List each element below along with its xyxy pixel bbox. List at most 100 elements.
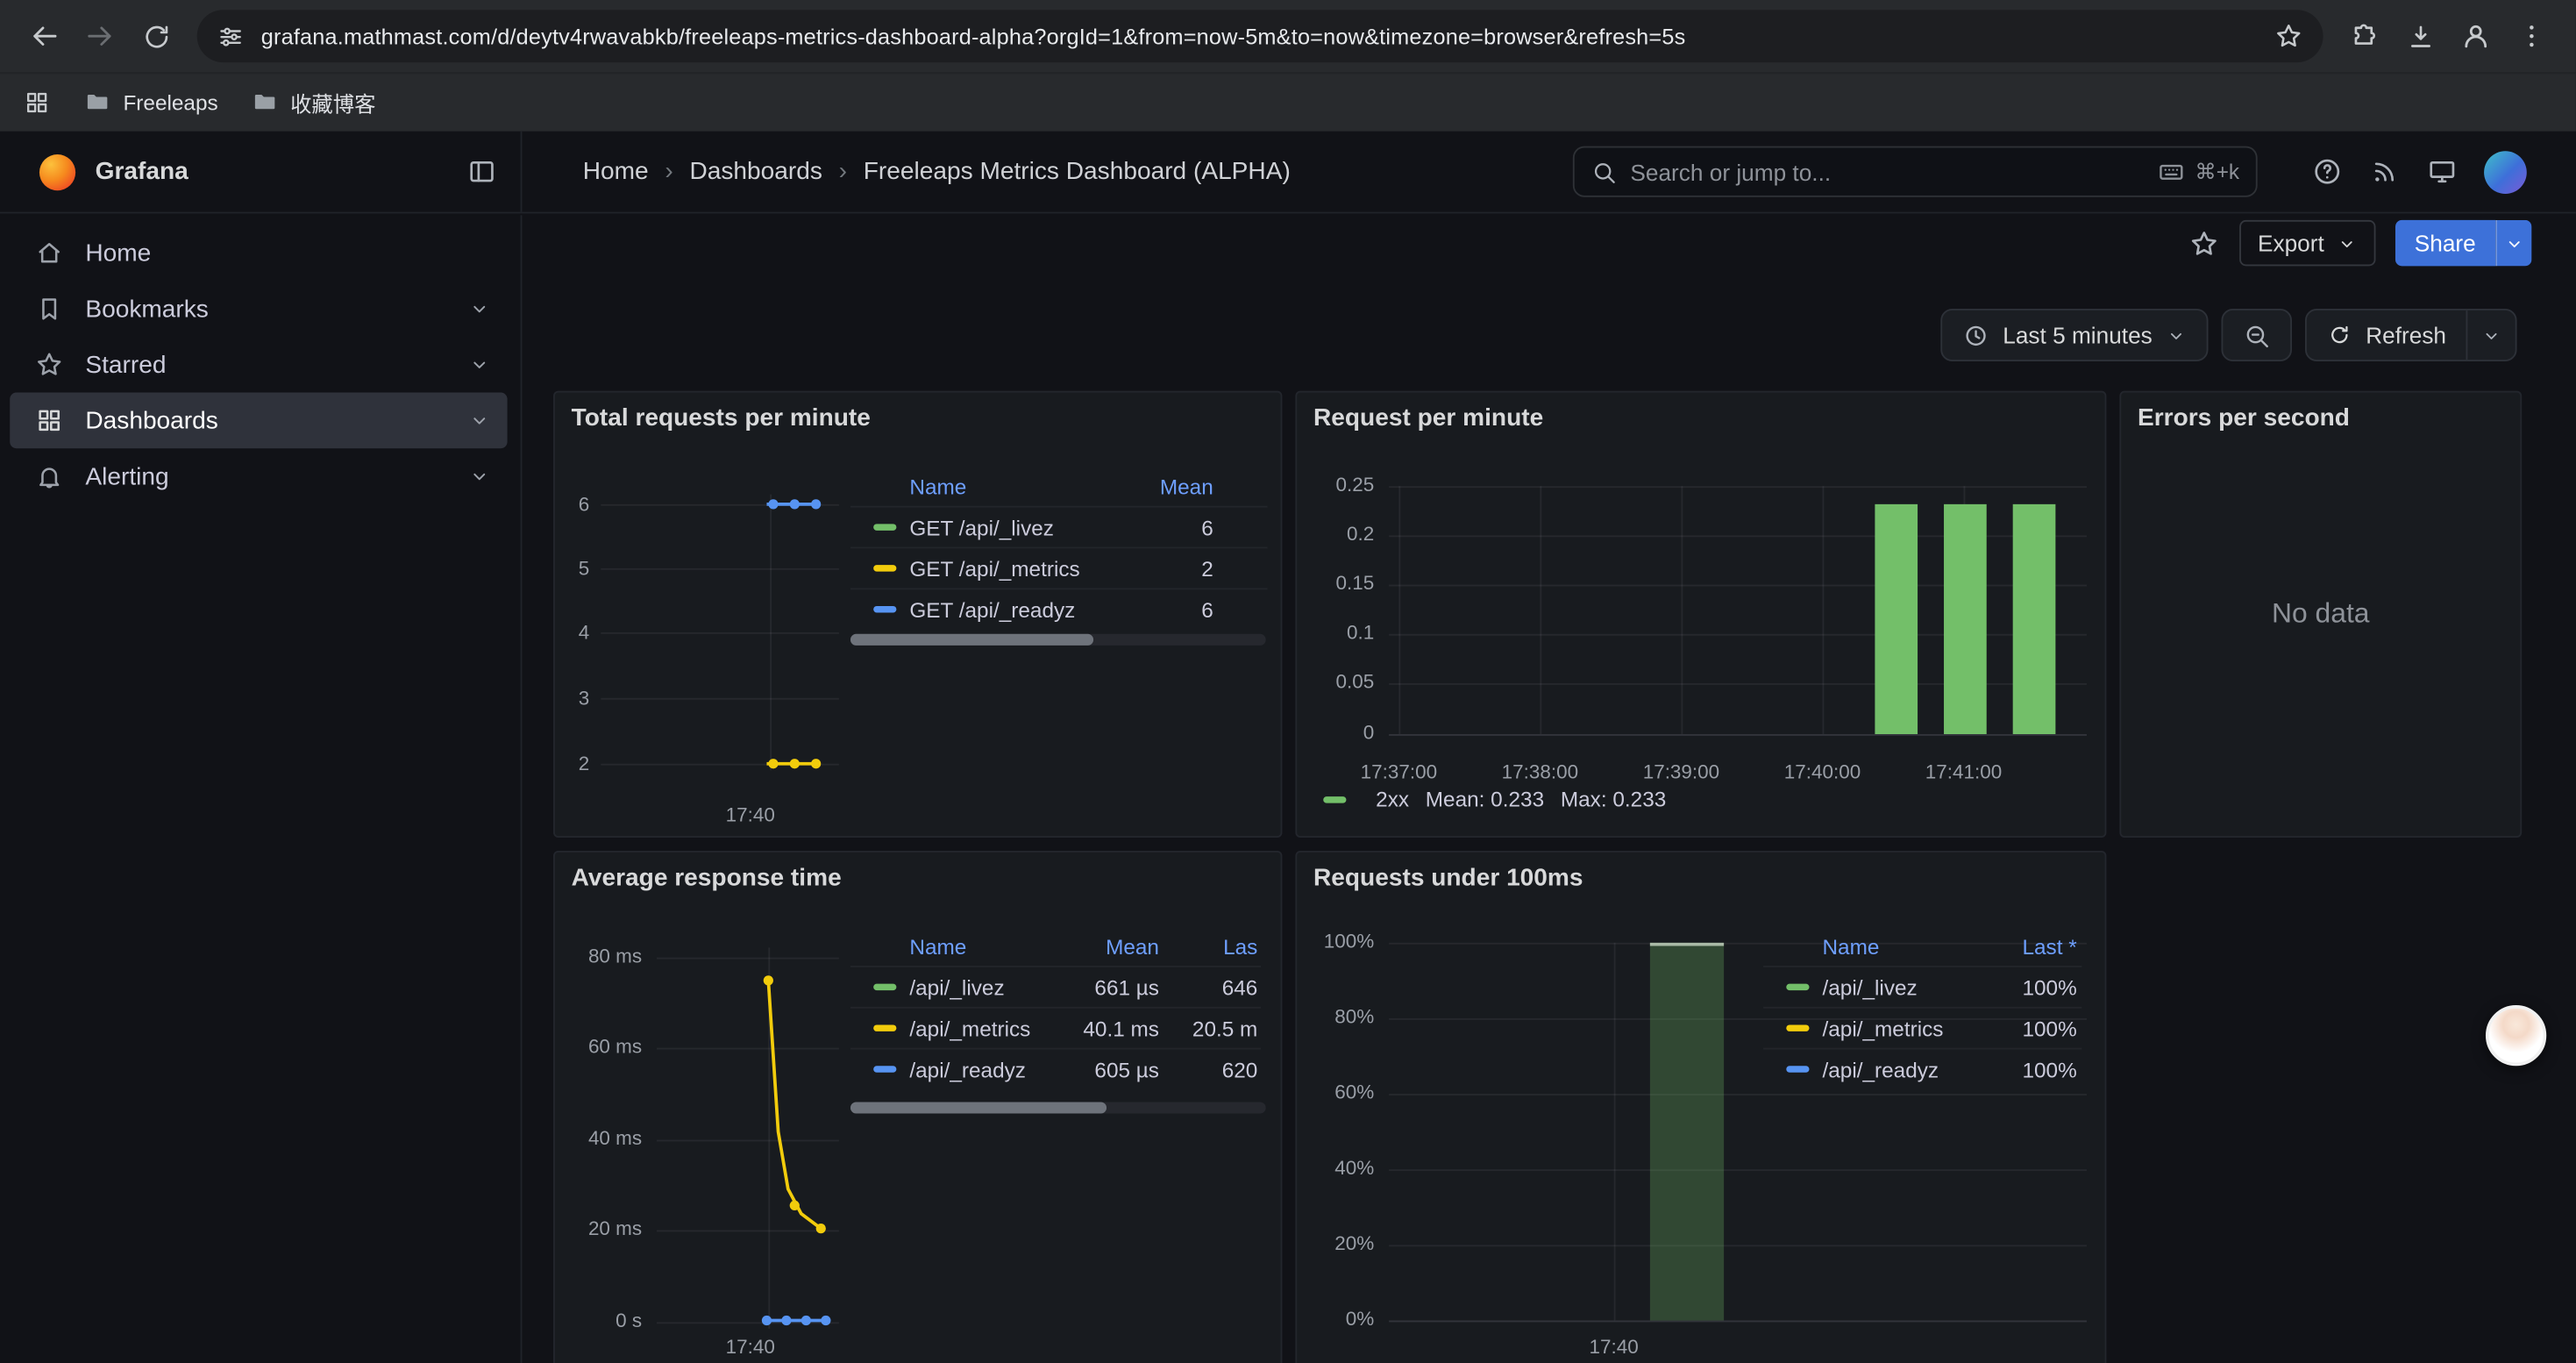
x-tick: 17:37:00 — [1341, 760, 1456, 783]
downloads-button[interactable] — [2392, 8, 2448, 64]
chevron-down-icon — [2336, 232, 2357, 253]
sidebar-collapse-button[interactable] — [466, 156, 498, 188]
y-tick: 0.15 — [1308, 572, 1374, 595]
legend-header-name[interactable]: Name — [1786, 934, 1986, 959]
panel-requests-under-100ms: Requests under 100ms 100% 80% 60% 40% 20… — [1295, 851, 2106, 1363]
series-name[interactable]: /api/_readyz — [909, 1057, 1064, 1081]
panel-title: Request per minute — [1313, 404, 1543, 432]
y-tick: 80% — [1308, 1005, 1374, 1028]
browser-menu-button[interactable] — [2504, 8, 2560, 64]
sidebar-item-home[interactable]: Home — [10, 225, 507, 282]
bookmark-icon — [34, 294, 64, 324]
series-swatch — [1786, 1024, 1809, 1031]
x-tick: 17:41:00 — [1906, 760, 2021, 783]
sidebar-item-bookmarks[interactable]: Bookmarks — [10, 281, 507, 337]
reload-button[interactable] — [128, 8, 184, 64]
panel-title: Requests under 100ms — [1313, 864, 1583, 892]
brand-name: Grafana — [96, 158, 447, 186]
time-range-picker[interactable]: Last 5 minutes — [1940, 309, 2208, 361]
y-tick: 0 — [1308, 721, 1374, 744]
series-last: 100% — [1987, 974, 2077, 999]
extensions-button[interactable] — [2337, 8, 2393, 64]
scrollbar-thumb[interactable] — [850, 1102, 1107, 1113]
gridline — [1389, 683, 2087, 685]
refresh-interval-button[interactable] — [2466, 310, 2515, 360]
home-icon — [34, 239, 64, 268]
display-button[interactable] — [2427, 156, 2459, 188]
series-mean: 6 — [1123, 597, 1213, 622]
share-menu-button[interactable] — [2495, 220, 2531, 266]
zoom-out-button[interactable] — [2221, 309, 2292, 361]
legend-header: Name Last * — [1763, 926, 2081, 966]
chevron-down-icon[interactable] — [468, 409, 491, 432]
series-name[interactable]: /api/_metrics — [1822, 1016, 1986, 1040]
gridline — [1389, 634, 2087, 636]
assistant-avatar[interactable] — [2486, 1005, 2546, 1066]
gridline — [601, 632, 839, 634]
y-tick: 20 ms — [576, 1217, 642, 1240]
refresh-button[interactable]: Refresh — [2307, 310, 2466, 360]
site-info-icon[interactable] — [217, 22, 245, 50]
series-name[interactable]: GET /api/_metrics — [909, 556, 1122, 581]
y-tick: 40% — [1308, 1156, 1374, 1179]
y-tick: 3 — [523, 687, 589, 710]
y-tick: 5 — [523, 557, 589, 580]
sidebar-item-dashboards[interactable]: Dashboards — [10, 393, 507, 449]
series-swatch — [1786, 984, 1809, 990]
legend-header-mean[interactable]: Mean — [1064, 934, 1159, 959]
breadcrumb-dashboards[interactable]: Dashboards — [689, 158, 822, 186]
url-text: grafana.mathmast.com/d/deytv4rwavabkb/fr… — [261, 24, 2258, 48]
user-avatar[interactable] — [2484, 150, 2527, 193]
series-swatch — [873, 1024, 896, 1031]
bookmark-star-icon[interactable] — [2274, 21, 2303, 51]
x-tick: 17:38:00 — [1483, 760, 1598, 783]
sidebar-item-starred[interactable]: Starred — [10, 337, 507, 393]
legend-header-mean[interactable]: Mean — [1123, 474, 1213, 498]
y-tick: 60% — [1308, 1081, 1374, 1103]
chevron-down-icon[interactable] — [468, 353, 491, 376]
no-data-message: No data — [2121, 393, 2520, 837]
scrollbar-thumb[interactable] — [850, 634, 1093, 646]
gridline — [657, 1140, 839, 1142]
gridline — [1964, 486, 1966, 734]
y-tick: 6 — [523, 493, 589, 516]
export-button[interactable]: Export — [2239, 220, 2374, 266]
series-name[interactable]: /api/_metrics — [909, 1016, 1064, 1040]
series-name[interactable]: GET /api/_livez — [909, 515, 1122, 539]
chevron-down-icon[interactable] — [468, 465, 491, 488]
legend-header-last[interactable]: Last * — [1987, 934, 2077, 959]
series-name[interactable]: GET /api/_readyz — [909, 597, 1122, 622]
series-name[interactable]: 2xx — [1376, 787, 1409, 811]
series-name[interactable]: /api/_livez — [1822, 974, 1986, 999]
profile-button[interactable] — [2448, 8, 2504, 64]
favorite-dashboard-button[interactable] — [2188, 227, 2220, 259]
bookmark-folder-blogs[interactable]: 收藏博客 — [251, 86, 375, 118]
news-button[interactable] — [2369, 156, 2401, 188]
gridline — [601, 504, 839, 506]
legend-header-last[interactable]: Las — [1159, 934, 1257, 959]
search-input[interactable]: Search or jump to... ⌘+k — [1573, 146, 2258, 197]
back-button[interactable] — [17, 8, 73, 64]
legend-scrollbar — [850, 1102, 1266, 1113]
sidebar-item-alerting[interactable]: Alerting — [10, 448, 507, 504]
share-button[interactable]: Share — [2395, 220, 2495, 266]
help-button[interactable] — [2311, 156, 2343, 188]
series-name[interactable]: /api/_readyz — [1822, 1057, 1986, 1081]
legend-header-name[interactable]: Name — [873, 934, 1064, 959]
gridline — [601, 698, 839, 700]
gridline — [1822, 486, 1824, 734]
sidebar-item-label: Alerting — [85, 462, 168, 490]
chevron-down-icon[interactable] — [468, 297, 491, 320]
legend-header-name[interactable]: Name — [873, 474, 1123, 498]
breadcrumb-home[interactable]: Home — [583, 158, 649, 186]
y-tick: 0.05 — [1308, 670, 1374, 693]
gridline — [1540, 486, 1541, 734]
bookmark-folder-freeleaps[interactable]: Freeleaps — [83, 89, 217, 115]
gridline — [657, 1048, 839, 1050]
forward-button[interactable] — [72, 8, 128, 64]
series-name[interactable]: /api/_livez — [909, 974, 1064, 999]
apps-button[interactable] — [23, 88, 51, 116]
series-last: 620 — [1159, 1057, 1257, 1081]
address-bar[interactable]: grafana.mathmast.com/d/deytv4rwavabkb/fr… — [197, 10, 2323, 62]
series-swatch — [873, 606, 896, 612]
